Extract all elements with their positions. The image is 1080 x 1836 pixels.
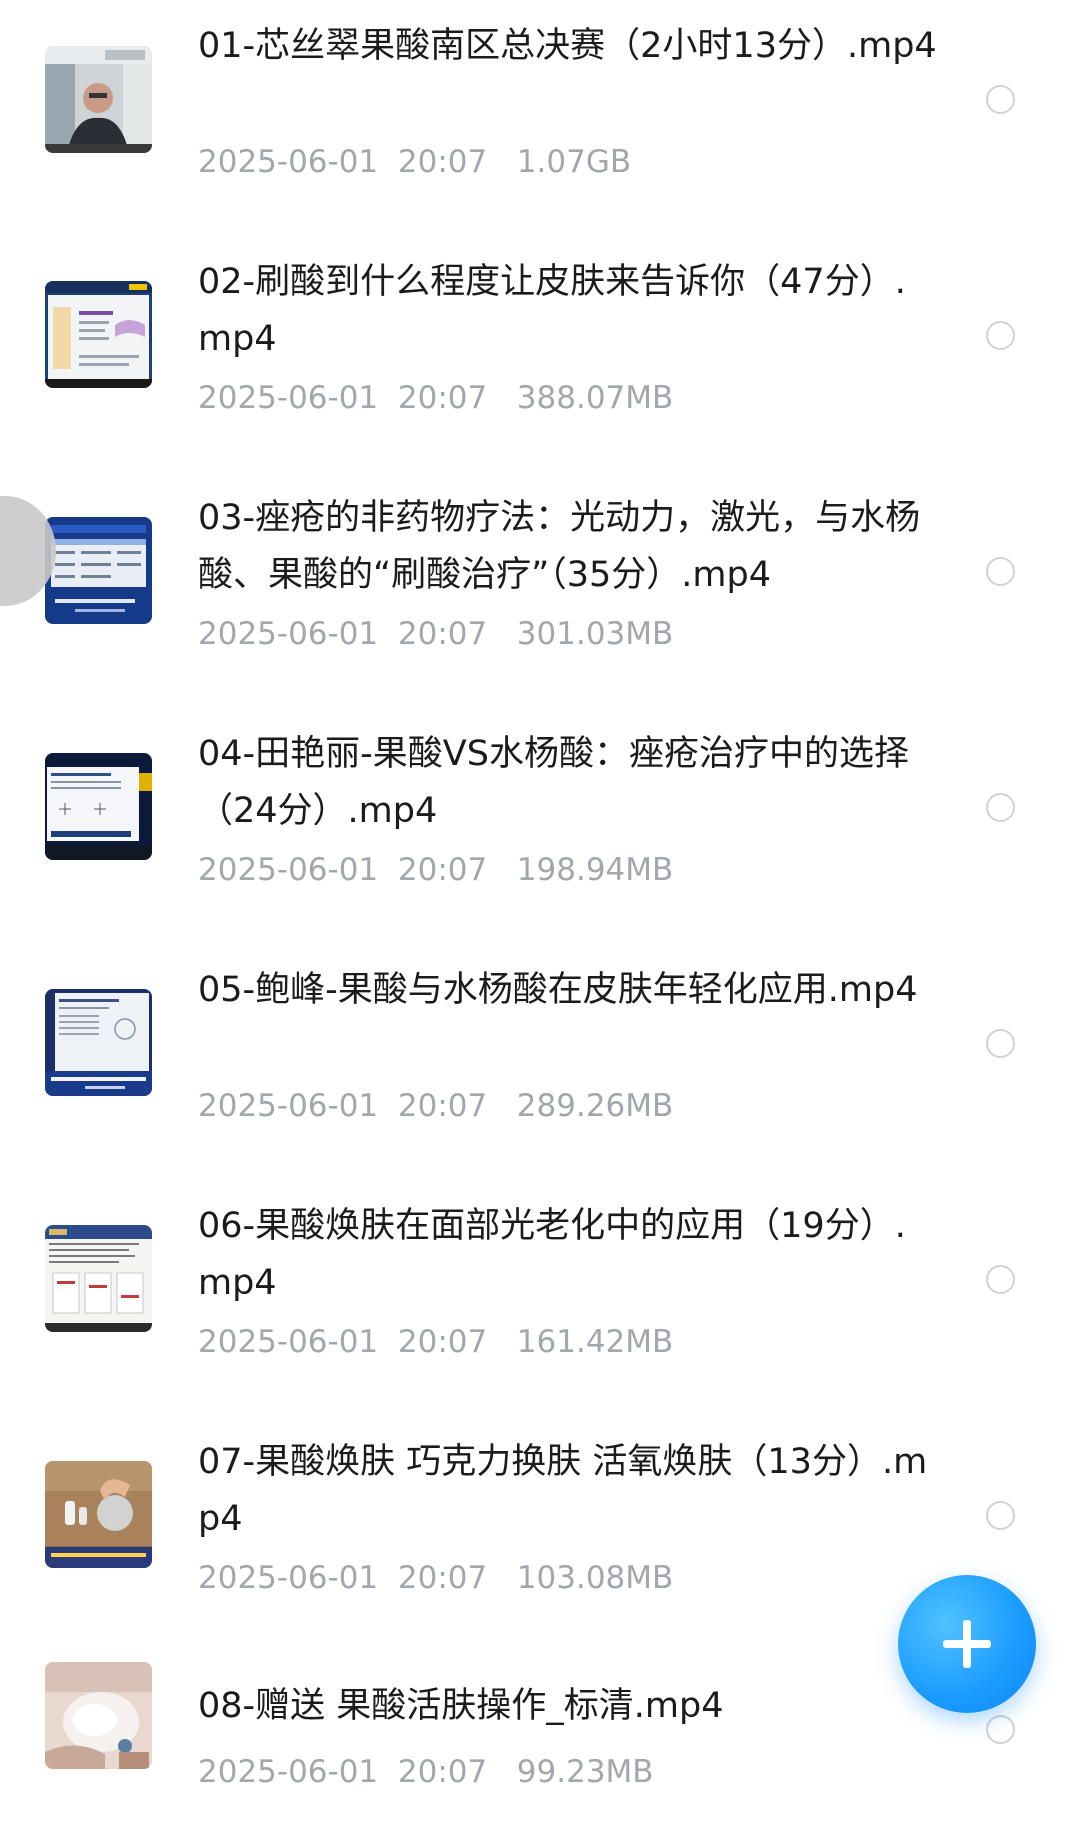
select-radio[interactable] <box>986 557 1015 586</box>
file-size: 289.26MB <box>516 1088 674 1124</box>
select-radio[interactable] <box>986 1715 1015 1744</box>
stage-slide-icon <box>45 753 152 860</box>
select-radio[interactable] <box>986 1265 1015 1294</box>
file-date: 2025-06-01 <box>198 1324 379 1360</box>
file-name: 03-痤疮的非药物疗法：光动力，激光，与水杨酸、果酸的“刷酸治疗”（35分）.m… <box>198 498 921 595</box>
list-item[interactable]: 01-芯丝翠果酸南区总决赛（2小时13分）.mp4 2025-06-01 20:… <box>0 0 1080 236</box>
file-date: 2025-06-01 <box>198 144 379 180</box>
file-time: 20:07 <box>397 1324 488 1360</box>
file-date: 2025-06-01 <box>198 1088 379 1124</box>
file-name: 01-芯丝翠果酸南区总决赛（2小时13分）.mp4 <box>198 26 937 66</box>
select-radio[interactable] <box>986 321 1015 350</box>
select-radio[interactable] <box>986 793 1015 822</box>
add-button[interactable] <box>898 1575 1036 1713</box>
file-date: 2025-06-01 <box>198 1754 379 1790</box>
file-meta: 2025-06-01 20:07 1.07GB <box>198 142 631 182</box>
plus-icon <box>943 1620 991 1668</box>
man-speaking-icon <box>45 46 152 153</box>
list-item[interactable]: 02-刷酸到什么程度让皮肤来告诉你（47分）.mp4 2025-06-01 20… <box>0 236 1080 472</box>
file-meta: 2025-06-01 20:07 388.07MB <box>198 378 673 418</box>
video-thumbnail <box>45 989 152 1096</box>
file-time: 20:07 <box>397 1560 488 1596</box>
list-item[interactable]: 04-田艳丽-果酸VS水杨酸：痤疮治疗中的选择（24分）.mp4 2025-06… <box>0 708 1080 944</box>
select-radio[interactable] <box>986 1501 1015 1530</box>
file-name: 07-果酸焕肤 巧克力换肤 活氧焕肤（13分）.mp4 <box>198 1442 928 1539</box>
select-radio[interactable] <box>986 85 1015 114</box>
file-size: 103.08MB <box>516 1560 674 1596</box>
file-time: 20:07 <box>397 616 488 652</box>
file-meta: 2025-06-01 20:07 103.08MB <box>198 1558 673 1598</box>
video-thumbnail <box>45 46 152 153</box>
file-size: 99.23MB <box>516 1754 654 1790</box>
file-list-screen: 01-芯丝翠果酸南区总决赛（2小时13分）.mp4 2025-06-01 20:… <box>0 0 1080 1836</box>
file-size: 1.07GB <box>516 144 632 180</box>
file-name: 05-鲍峰-果酸与水杨酸在皮肤年轻化应用.mp4 <box>198 970 918 1010</box>
file-name: 08-赠送 果酸活肤操作_标清.mp4 <box>198 1686 724 1726</box>
file-date: 2025-06-01 <box>198 380 379 416</box>
list-item[interactable]: 03-痤疮的非药物疗法：光动力，激光，与水杨酸、果酸的“刷酸治疗”（35分）.m… <box>0 472 1080 708</box>
file-size: 301.03MB <box>516 616 674 652</box>
lecture-slide-icon <box>45 989 152 1096</box>
video-thumbnail <box>45 1225 152 1332</box>
file-size: 388.07MB <box>516 380 674 416</box>
file-name: 04-田艳丽-果酸VS水杨酸：痤疮治疗中的选择（24分）.mp4 <box>198 734 909 831</box>
file-date: 2025-06-01 <box>198 852 379 888</box>
file-meta: 2025-06-01 20:07 198.94MB <box>198 850 673 890</box>
file-time: 20:07 <box>397 380 488 416</box>
file-meta: 2025-06-01 20:07 289.26MB <box>198 1086 673 1126</box>
video-thumbnail <box>45 1662 152 1769</box>
video-thumbnail <box>45 1461 152 1568</box>
file-meta: 2025-06-01 20:07 161.42MB <box>198 1322 673 1362</box>
file-name: 02-刷酸到什么程度让皮肤来告诉你（47分）.mp4 <box>198 262 906 359</box>
facial-treatment-icon <box>45 1662 152 1769</box>
file-meta: 2025-06-01 20:07 301.03MB <box>198 614 673 654</box>
video-thumbnail <box>45 517 152 624</box>
list-item[interactable]: 06-果酸焕肤在面部光老化中的应用（19分）.mp4 2025-06-01 20… <box>0 1180 1080 1416</box>
slide-icon <box>45 281 152 388</box>
file-list: 01-芯丝翠果酸南区总决赛（2小时13分）.mp4 2025-06-01 20:… <box>0 0 1080 1836</box>
file-date: 2025-06-01 <box>198 616 379 652</box>
file-time: 20:07 <box>397 852 488 888</box>
file-size: 161.42MB <box>516 1324 674 1360</box>
file-time: 20:07 <box>397 144 488 180</box>
video-thumbnail <box>45 281 152 388</box>
file-size: 198.94MB <box>516 852 674 888</box>
list-item[interactable]: 05-鲍峰-果酸与水杨酸在皮肤年轻化应用.mp4 2025-06-01 20:0… <box>0 944 1080 1180</box>
file-name: 06-果酸焕肤在面部光老化中的应用（19分）.mp4 <box>198 1206 906 1303</box>
file-time: 20:07 <box>397 1088 488 1124</box>
blue-slide-icon <box>45 517 152 624</box>
select-radio[interactable] <box>986 1029 1015 1058</box>
document-slide-icon <box>45 1225 152 1332</box>
video-thumbnail <box>45 753 152 860</box>
file-date: 2025-06-01 <box>198 1560 379 1596</box>
file-meta: 2025-06-01 20:07 99.23MB <box>198 1752 654 1792</box>
demonstration-icon <box>45 1461 152 1568</box>
file-time: 20:07 <box>397 1754 488 1790</box>
